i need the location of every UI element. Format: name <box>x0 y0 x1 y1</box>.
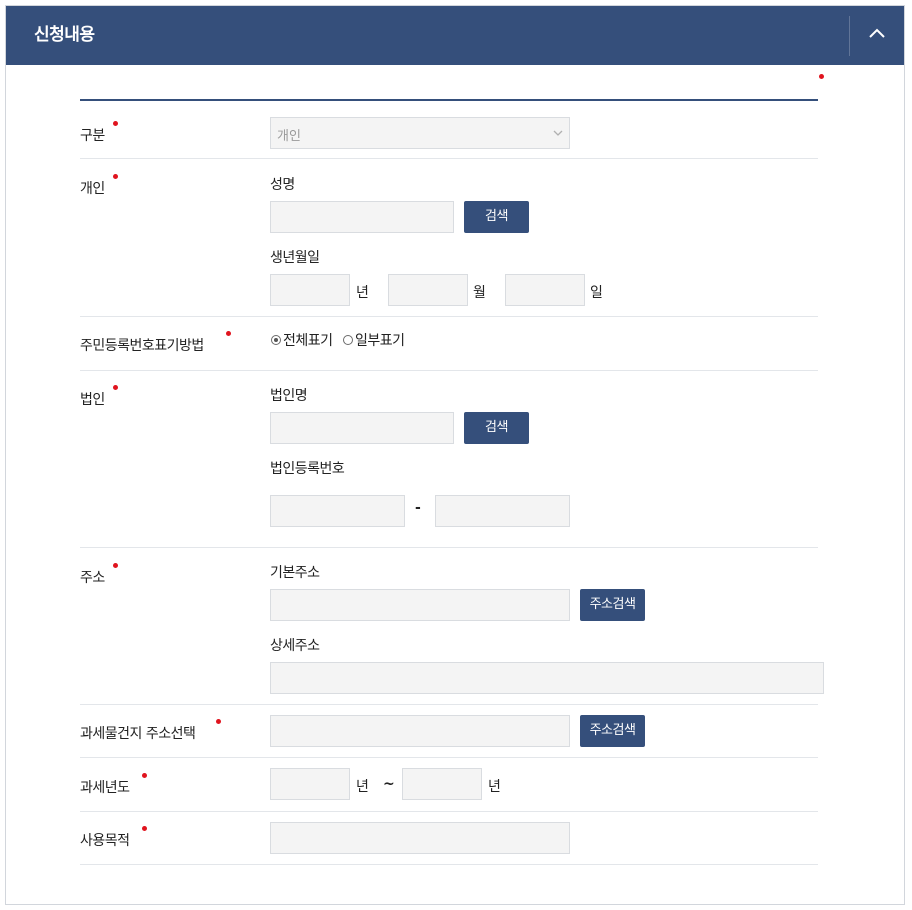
address-search-button[interactable]: 주소검색 <box>580 589 645 621</box>
corporation-reg-input-1[interactable] <box>270 495 405 527</box>
radio-partial-display-label[interactable]: 일부표기 <box>355 330 405 350</box>
address-label: 주소 <box>80 563 118 587</box>
basic-address-input[interactable] <box>270 589 570 621</box>
row-divider <box>80 158 818 159</box>
chevron-down-icon <box>553 130 563 136</box>
category-select[interactable]: 개인 <box>270 117 570 149</box>
radio-full-display-label[interactable]: 전체표기 <box>283 330 333 350</box>
radio-partial-display[interactable] <box>343 335 353 345</box>
day-unit: 일 <box>590 285 603 301</box>
required-legend-dot <box>819 74 824 79</box>
reg-separator: - <box>415 500 421 516</box>
form-top-border <box>80 99 818 101</box>
required-dot <box>113 385 118 390</box>
tax-address-input[interactable] <box>270 715 570 747</box>
row-divider <box>80 547 818 548</box>
name-label: 성명 <box>270 177 295 193</box>
required-dot <box>113 121 118 126</box>
birth-year-input[interactable] <box>270 274 350 306</box>
id-display-label: 주민등록번호표기방법 <box>80 331 231 355</box>
month-unit: 월 <box>473 285 486 301</box>
row-divider <box>80 316 818 317</box>
row-divider <box>80 811 818 812</box>
basic-address-label: 기본주소 <box>270 565 320 581</box>
required-dot <box>113 174 118 179</box>
tax-address-label: 과세물건지 주소선택 <box>80 719 221 743</box>
required-dot <box>142 773 147 778</box>
tax-year-from-input[interactable] <box>270 768 350 800</box>
row-divider <box>80 370 818 371</box>
row-divider <box>80 757 818 758</box>
row-divider <box>80 704 818 705</box>
birth-month-input[interactable] <box>388 274 468 306</box>
tax-address-search-button[interactable]: 주소검색 <box>580 715 645 747</box>
corporation-reg-input-2[interactable] <box>435 495 570 527</box>
corporation-label: 법인 <box>80 385 118 409</box>
panel-header: 신청내용 <box>6 6 904 65</box>
required-dot <box>142 826 147 831</box>
corporation-name-label: 법인명 <box>270 388 308 404</box>
tax-year-to-input[interactable] <box>402 768 482 800</box>
required-dot <box>216 719 221 724</box>
name-search-button[interactable]: 검색 <box>464 201 529 233</box>
purpose-label: 사용목적 <box>80 826 147 850</box>
radio-full-display[interactable] <box>271 335 281 345</box>
corporation-search-button[interactable]: 검색 <box>464 412 529 444</box>
row-divider <box>80 864 818 865</box>
year-unit: 년 <box>356 285 369 301</box>
category-label: 구분 <box>80 121 118 145</box>
required-dot <box>113 563 118 568</box>
tax-year-to-unit: 년 <box>488 779 501 795</box>
detail-address-input[interactable] <box>270 662 824 694</box>
tax-year-from-unit: 년 <box>356 779 369 795</box>
corporation-name-input[interactable] <box>270 412 454 444</box>
individual-label: 개인 <box>80 174 118 198</box>
collapse-button[interactable] <box>850 6 904 65</box>
tax-year-label: 과세년도 <box>80 773 147 797</box>
panel-title: 신청내용 <box>34 25 95 45</box>
tax-year-tilde: ~ <box>383 776 395 792</box>
name-input[interactable] <box>270 201 454 233</box>
birth-day-input[interactable] <box>505 274 585 306</box>
birth-date-label: 생년월일 <box>270 250 320 266</box>
purpose-input[interactable] <box>270 822 570 854</box>
chevron-up-icon <box>869 28 885 38</box>
category-select-value: 개인 <box>277 129 301 144</box>
detail-address-label: 상세주소 <box>270 638 320 654</box>
required-dot <box>226 331 231 336</box>
corporation-reg-label: 법인등록번호 <box>270 461 345 477</box>
